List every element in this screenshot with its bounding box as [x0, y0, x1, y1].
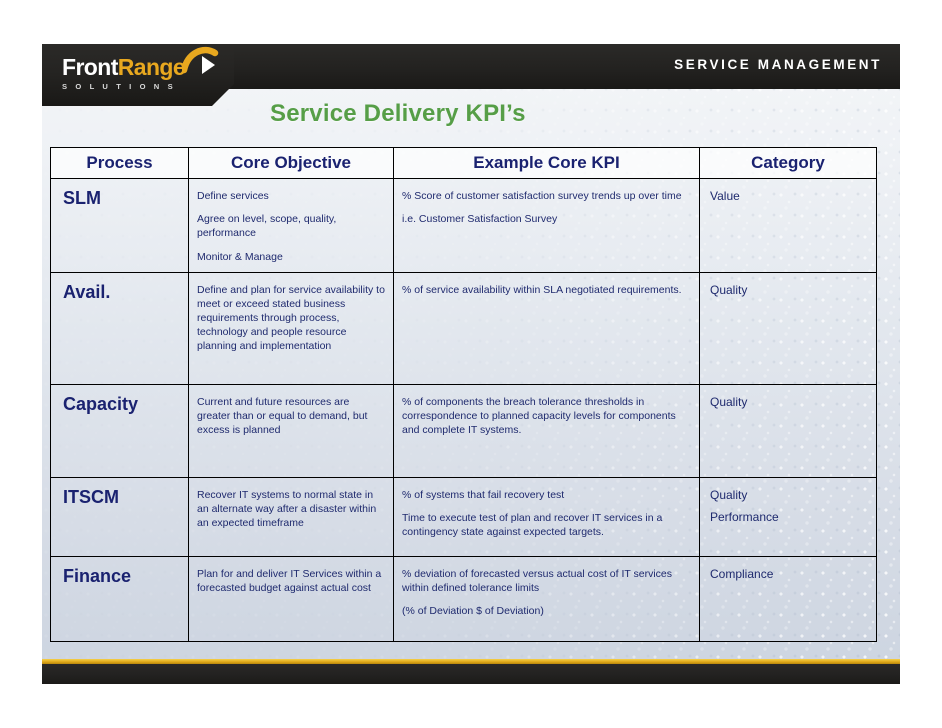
paragraph: Value	[710, 189, 740, 203]
cell-category: Compliance	[699, 555, 877, 642]
table-header-row: Process Core Objective Example Core KPI …	[50, 147, 877, 179]
paragraph: % of service availability within SLA neg…	[402, 283, 682, 296]
paragraph: Quality	[710, 282, 748, 297]
paragraph: % Score of customer satisfaction survey …	[402, 190, 682, 202]
logo-solutions-text: S O L U T I O N S	[62, 82, 176, 91]
paragraph: Quality	[710, 487, 748, 502]
paragraph: Time to execute test of plan and recover…	[402, 511, 663, 539]
logo-front-text: Front	[62, 54, 118, 80]
table-row: Capacity Current and future resources ar…	[50, 383, 877, 478]
logo-tab: FrontRange S O L U T I O N S	[42, 44, 234, 106]
cell-category: Value	[699, 178, 877, 273]
paragraph: Define services	[197, 190, 269, 202]
table-row: SLM Define services Agree on level, scope…	[50, 178, 877, 273]
cell-core-objective: Define services Agree on level, scope, qu…	[188, 178, 394, 273]
logo-range-text: Range	[117, 54, 186, 80]
cell-process: ITSCM	[50, 476, 189, 557]
cell-category: Quality Performance	[699, 476, 877, 557]
paragraph: % of components the breach tolerance thr…	[402, 395, 676, 437]
slide-footer-bar	[42, 664, 900, 684]
table-row: Avail. Define and plan for service avail…	[50, 271, 877, 385]
paragraph: Quality	[710, 394, 748, 409]
cell-process: Finance	[50, 555, 189, 642]
paragraph: Define and plan for service availability…	[197, 283, 385, 353]
cell-process: Capacity	[50, 383, 189, 478]
column-header-category: Category	[699, 147, 877, 179]
paragraph: Current and future resources are greater…	[197, 395, 368, 437]
cell-process: Avail.	[50, 271, 189, 385]
paragraph: Compliance	[710, 566, 774, 581]
paragraph: Plan for and deliver IT Services within …	[197, 567, 382, 594]
paragraph: Performance	[710, 509, 779, 524]
table-row: ITSCM Recover IT systems to normal state…	[50, 476, 877, 557]
cell-core-objective: Plan for and deliver IT Services within …	[188, 555, 394, 642]
paragraph: % of systems that fail recovery test	[402, 488, 565, 501]
cell-example-kpi: % of components the breach tolerance thr…	[393, 383, 700, 478]
paragraph: i.e. Customer Satisfaction Survey	[402, 213, 558, 226]
frontrange-logo: FrontRange S O L U T I O N S	[62, 54, 186, 92]
cell-example-kpi: % of service availability within SLA neg…	[393, 271, 700, 385]
paragraph: (% of Deviation $ of Deviation)	[402, 605, 544, 618]
cell-example-kpi: % deviation of forecasted versus actual …	[393, 555, 700, 642]
page-title: Service Delivery KPI’s	[270, 100, 526, 127]
slide-canvas: SERVICE MANAGEMENT FrontRange S O L U T …	[42, 44, 900, 684]
cell-example-kpi: % Score of customer satisfaction survey …	[393, 178, 700, 273]
paragraph: Monitor & Manage	[197, 250, 283, 263]
column-header-process: Process	[50, 147, 189, 179]
column-header-core-objective: Core Objective	[188, 147, 394, 179]
logo-wordmark: FrontRange	[62, 54, 186, 80]
chevron-swoosh-icon	[182, 46, 219, 74]
column-header-example-core-kpi: Example Core KPI	[393, 147, 700, 179]
cell-process: SLM	[50, 178, 189, 273]
kpi-table: Process Core Objective Example Core KPI …	[50, 147, 877, 642]
cell-category: Quality	[699, 271, 877, 385]
brand-tagline: SERVICE MANAGEMENT	[674, 57, 882, 72]
cell-core-objective: Recover IT systems to normal state in an…	[188, 476, 394, 557]
cell-core-objective: Current and future resources are greater…	[188, 383, 394, 478]
table-row: Finance Plan for and deliver IT Services…	[50, 555, 877, 642]
cell-category: Quality	[699, 383, 877, 478]
paragraph: Agree on level, scope, quality, performa…	[197, 213, 337, 240]
paragraph: Recover IT systems to normal state in an…	[197, 488, 377, 530]
cell-core-objective: Define and plan for service availability…	[188, 271, 394, 385]
cell-example-kpi: % of systems that fail recovery test Time…	[393, 476, 700, 557]
paragraph: % deviation of forecasted versus actual …	[402, 567, 673, 594]
